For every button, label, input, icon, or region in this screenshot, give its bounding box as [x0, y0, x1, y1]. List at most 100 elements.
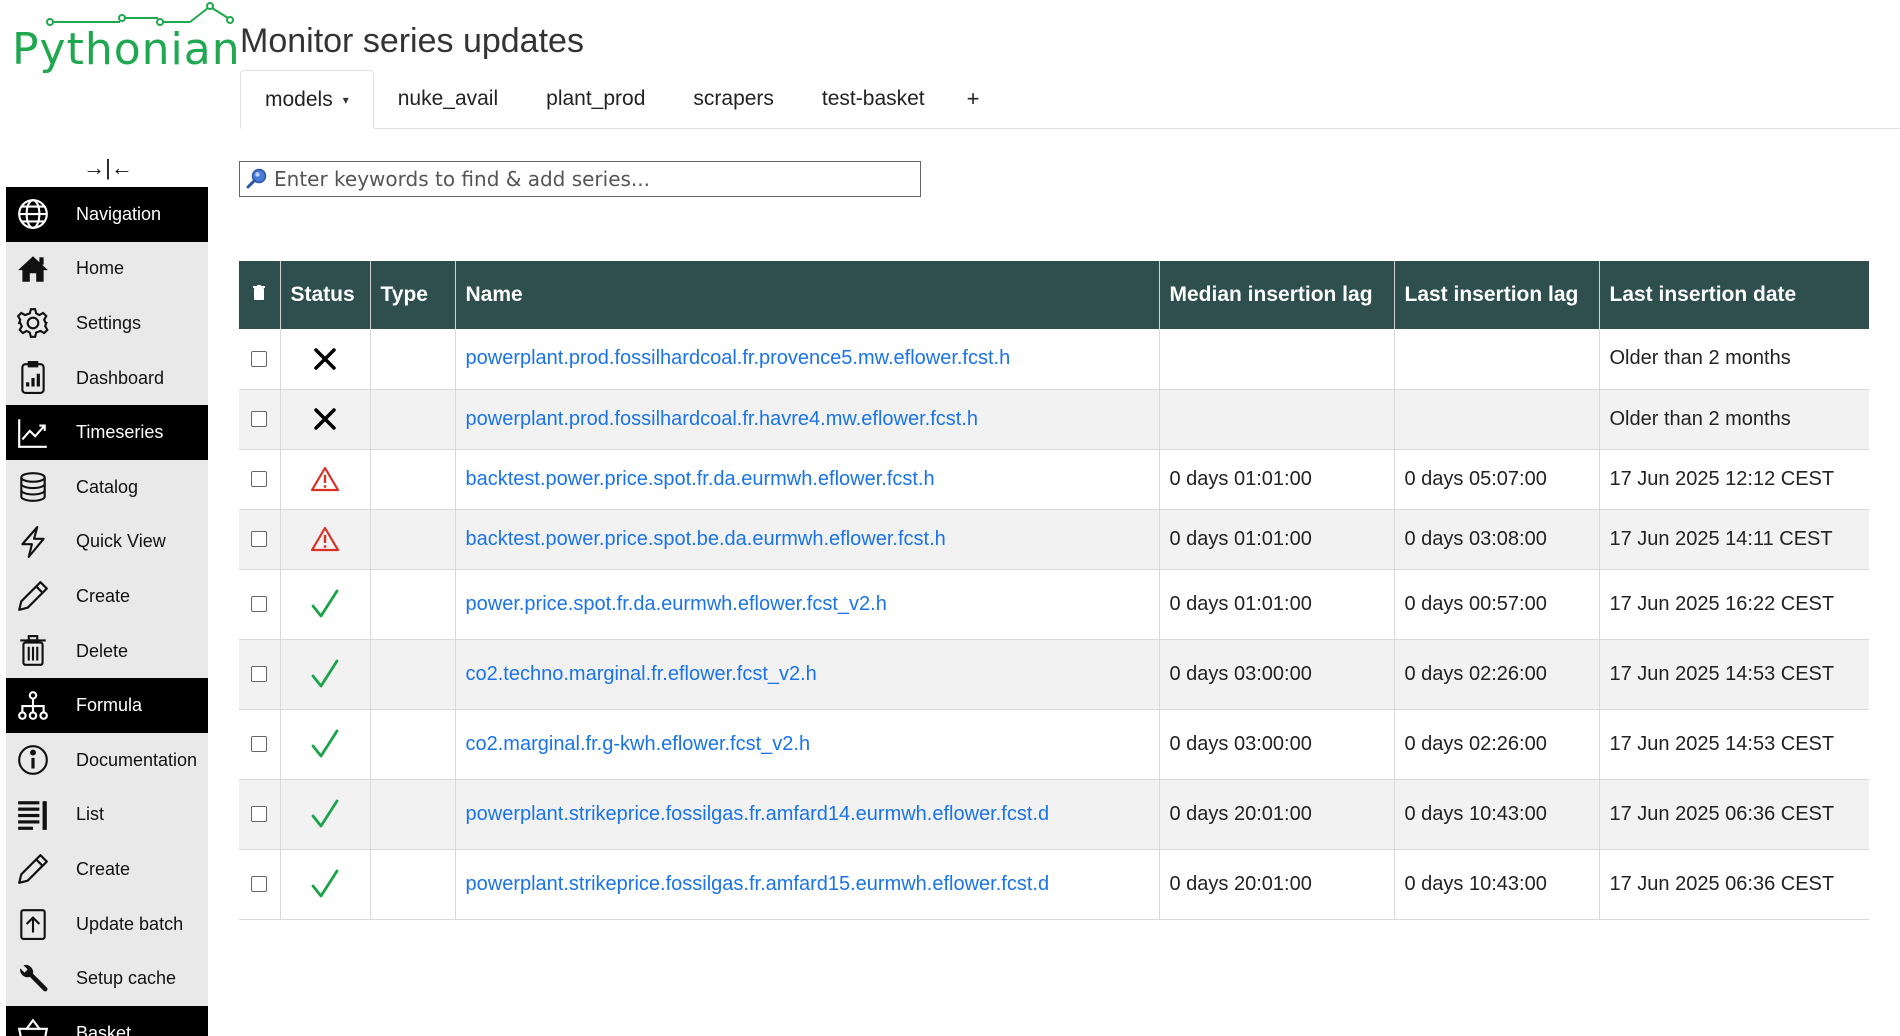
- status-cell: [280, 639, 371, 710]
- sidebar-collapse-button[interactable]: →|←: [80, 150, 136, 186]
- row-select-cell: [239, 849, 281, 920]
- sidebar-item-setup-cache[interactable]: Setup cache: [6, 951, 208, 1006]
- table-row: powerplant.prod.fossilhardcoal.fr.havre4…: [239, 389, 1869, 450]
- sidebar-item-delete[interactable]: Delete: [6, 624, 208, 679]
- tab-nuke-avail[interactable]: nuke_avail: [374, 70, 522, 128]
- last-lag-cell: 0 days 02:26:00: [1394, 709, 1600, 780]
- column-header-last-lag[interactable]: Last insertion lag: [1394, 261, 1600, 329]
- status-cell: [280, 389, 371, 450]
- sidebar-item-create[interactable]: Create: [6, 842, 208, 897]
- add-tab-button[interactable]: +: [949, 70, 998, 128]
- row-checkbox[interactable]: [251, 531, 268, 548]
- type-cell: [370, 639, 456, 710]
- series-link[interactable]: backtest.power.price.spot.be.da.eurmwh.e…: [466, 528, 946, 550]
- select-all-delete-button[interactable]: [239, 261, 281, 329]
- caret-down-icon[interactable]: ▾: [343, 93, 349, 107]
- last-lag-cell: 0 days 03:08:00: [1394, 509, 1600, 570]
- median-lag-cell: 0 days 03:00:00: [1159, 639, 1395, 710]
- warning-triangle-icon: [310, 526, 340, 552]
- sidebar-item-documentation[interactable]: Documentation: [6, 733, 208, 788]
- row-checkbox[interactable]: [251, 350, 268, 367]
- lightning-icon: [6, 525, 60, 559]
- last-date-cell: 17 Jun 2025 12:12 CEST: [1599, 449, 1869, 510]
- sidebar-item-update-batch[interactable]: Update batch: [6, 897, 208, 952]
- series-link[interactable]: powerplant.strikeprice.fossilgas.fr.amfa…: [466, 803, 1050, 825]
- tab-label: nuke_avail: [397, 87, 499, 110]
- home-icon: [6, 252, 60, 286]
- table-row: backtest.power.price.spot.be.da.eurmwh.e…: [239, 509, 1869, 570]
- tab-label: test-basket: [821, 87, 925, 110]
- sidebar-item-timeseries[interactable]: Timeseries: [6, 405, 208, 460]
- sidebar-item-catalog[interactable]: Catalog: [6, 460, 208, 515]
- median-lag-cell: 0 days 01:01:00: [1159, 509, 1395, 570]
- sidebar-item-label: Dashboard: [76, 367, 165, 388]
- series-link[interactable]: power.price.spot.fr.da.eurmwh.eflower.fc…: [466, 593, 887, 615]
- series-search-box[interactable]: [239, 161, 921, 197]
- sidebar-item-basket[interactable]: Basket: [6, 1005, 208, 1036]
- table-header-row: Status Type Name Median insertion lag La…: [239, 261, 1869, 329]
- tab-models[interactable]: models ▾: [240, 70, 374, 129]
- name-cell: powerplant.prod.fossilhardcoal.fr.proven…: [455, 329, 1160, 390]
- table-row: backtest.power.price.spot.fr.da.eurmwh.e…: [239, 449, 1869, 510]
- sidebar-item-navigation[interactable]: Navigation: [6, 187, 208, 242]
- column-header-type[interactable]: Type: [370, 261, 456, 329]
- error-cross-icon: [314, 408, 336, 430]
- last-lag-cell: [1394, 389, 1600, 450]
- sidebar-item-list[interactable]: List: [6, 788, 208, 843]
- row-checkbox[interactable]: [251, 471, 268, 488]
- app-logo[interactable]: Pythonian: [12, 0, 240, 80]
- series-table: Status Type Name Median insertion lag La…: [239, 261, 1869, 920]
- series-link[interactable]: powerplant.strikeprice.fossilgas.fr.amfa…: [466, 873, 1050, 895]
- tab-plant-prod[interactable]: plant_prod: [522, 70, 669, 128]
- status-cell: [280, 509, 371, 570]
- sidebar-item-create[interactable]: Create: [6, 569, 208, 624]
- last-date-cell: 17 Jun 2025 14:53 CEST: [1599, 709, 1869, 780]
- last-lag-cell: 0 days 02:26:00: [1394, 639, 1600, 710]
- column-header-status[interactable]: Status: [280, 261, 371, 329]
- series-link[interactable]: powerplant.prod.fossilhardcoal.fr.havre4…: [466, 408, 978, 430]
- last-lag-cell: 0 days 10:43:00: [1394, 849, 1600, 920]
- page-title: Monitor series updates: [240, 22, 584, 60]
- sidebar-item-label: Documentation: [76, 749, 198, 770]
- series-link[interactable]: co2.techno.marginal.fr.eflower.fcst_v2.h: [466, 663, 817, 685]
- row-checkbox[interactable]: [251, 736, 268, 753]
- pencil-icon: [6, 852, 60, 886]
- column-header-name[interactable]: Name: [455, 261, 1160, 329]
- tab-scrapers[interactable]: scrapers: [669, 70, 798, 128]
- sidebar-item-label: Setup cache: [76, 968, 177, 989]
- sidebar-item-label: Quick View: [76, 531, 166, 552]
- last-date-cell: 17 Jun 2025 06:36 CEST: [1599, 849, 1869, 920]
- type-cell: [370, 509, 456, 570]
- table-row: power.price.spot.fr.da.eurmwh.eflower.fc…: [239, 569, 1869, 640]
- series-link[interactable]: backtest.power.price.spot.fr.da.eurmwh.e…: [466, 468, 935, 490]
- sidebar-item-quick-view[interactable]: Quick View: [6, 515, 208, 570]
- status-cell: [280, 329, 371, 390]
- sidebar-item-label: Formula: [76, 695, 143, 716]
- column-header-last-date[interactable]: Last insertion date: [1599, 261, 1869, 329]
- row-checkbox[interactable]: [251, 596, 268, 613]
- search-input[interactable]: [274, 167, 920, 191]
- name-cell: powerplant.prod.fossilhardcoal.fr.havre4…: [455, 389, 1160, 450]
- row-checkbox[interactable]: [251, 666, 268, 683]
- ok-check-icon: [311, 589, 339, 618]
- sidebar-item-label: Catalog: [76, 476, 139, 497]
- row-checkbox[interactable]: [251, 411, 268, 428]
- last-lag-cell: 0 days 00:57:00: [1394, 569, 1600, 640]
- sidebar-item-dashboard[interactable]: Dashboard: [6, 351, 208, 406]
- tab-test-basket[interactable]: test-basket: [798, 70, 949, 128]
- series-link[interactable]: co2.marginal.fr.g-kwh.eflower.fcst_v2.h: [466, 733, 811, 755]
- sidebar-item-settings[interactable]: Settings: [6, 296, 208, 351]
- type-cell: [370, 779, 456, 850]
- sidebar-item-home[interactable]: Home: [6, 242, 208, 297]
- series-link[interactable]: powerplant.prod.fossilhardcoal.fr.proven…: [466, 347, 1011, 369]
- sidebar-item-label: Home: [76, 258, 125, 279]
- column-header-median-lag[interactable]: Median insertion lag: [1159, 261, 1395, 329]
- row-select-cell: [239, 569, 281, 640]
- row-checkbox[interactable]: [251, 876, 268, 893]
- row-checkbox[interactable]: [251, 806, 268, 823]
- sidebar-item-formula[interactable]: Formula: [6, 678, 208, 733]
- sidebar-item-label: Navigation: [76, 203, 162, 224]
- last-lag-cell: 0 days 10:43:00: [1394, 779, 1600, 850]
- tab-label: plant_prod: [546, 87, 646, 110]
- status-cell: [280, 779, 371, 850]
